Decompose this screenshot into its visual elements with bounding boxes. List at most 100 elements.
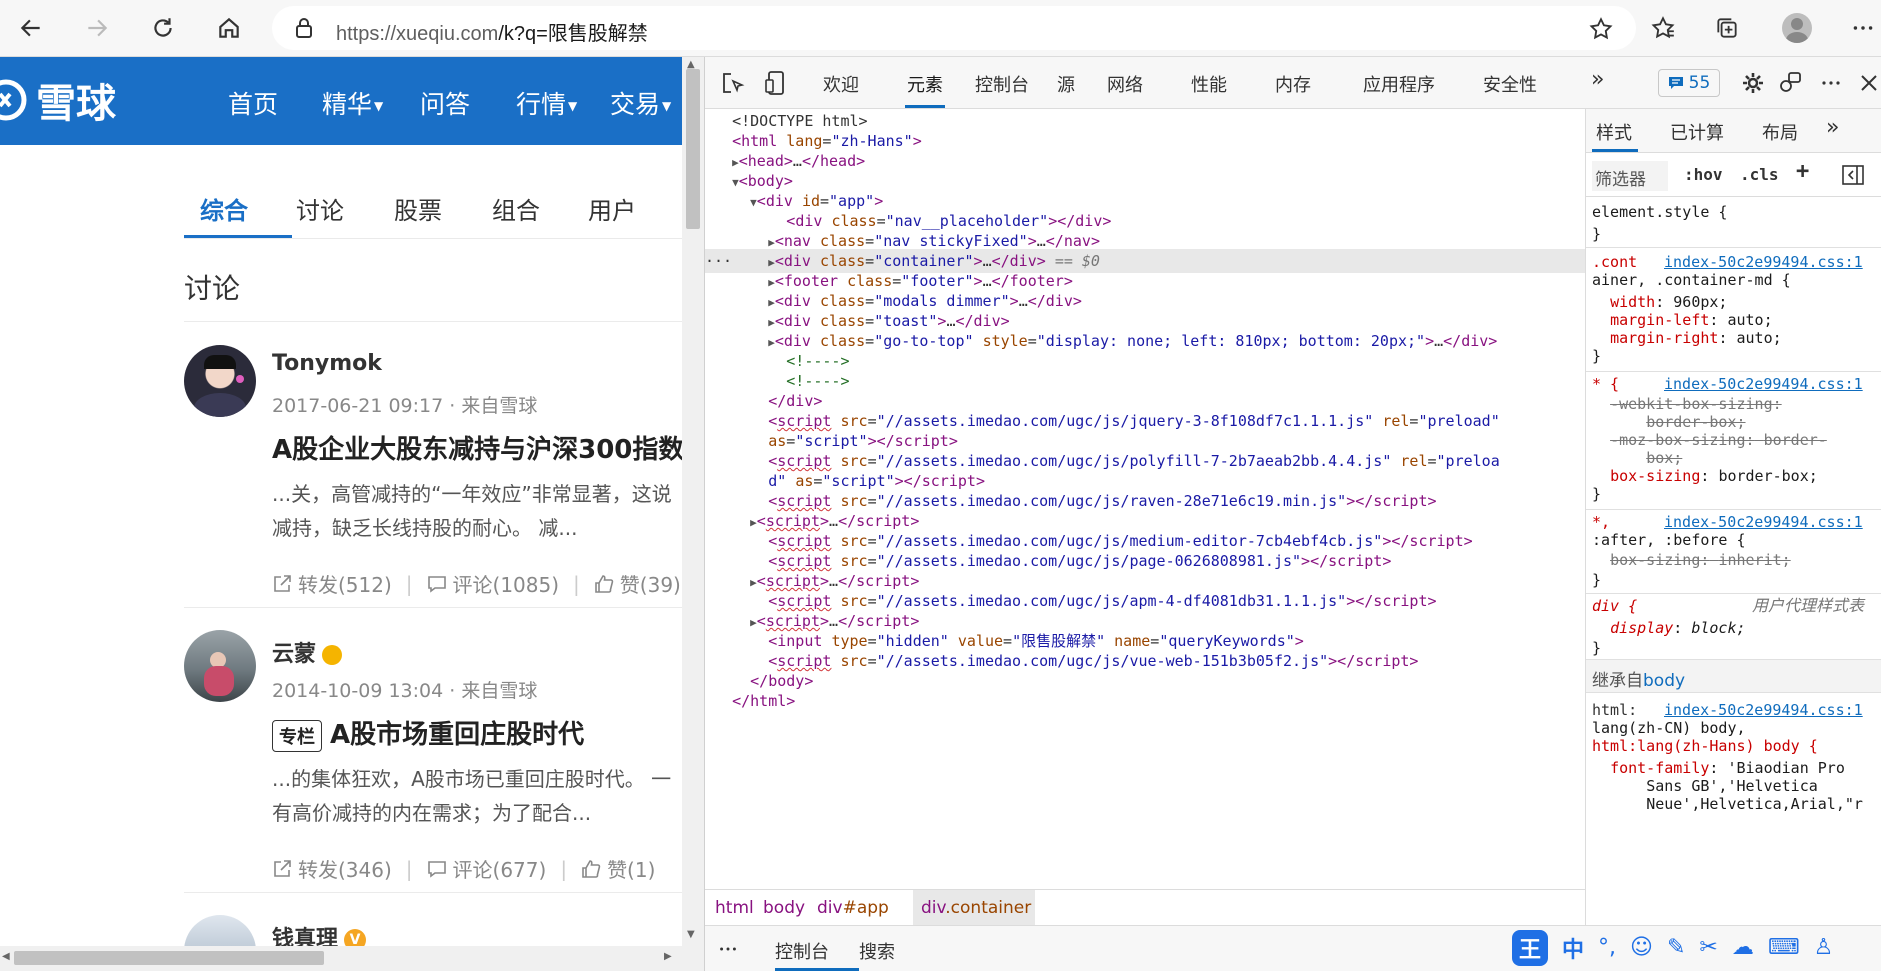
style-rule-selector[interactable]: * {index-50c2e99494.css:1 [1592,373,1881,395]
collections-button[interactable] [1706,8,1748,48]
issues-counter-button[interactable]: 55 [1658,69,1720,97]
punctuation-icon[interactable]: °, [1598,935,1616,960]
cloud-icon[interactable]: ☁ [1732,935,1754,960]
expand-triangle-icon[interactable]: ▶ [750,616,757,629]
nav-qa[interactable]: 问答 [420,85,470,121]
tab-layout[interactable]: 布局 [1762,119,1798,145]
comment-button[interactable]: 评论(677) [427,854,546,883]
expand-triangle-icon[interactable]: ▶ [768,316,775,329]
style-declaration[interactable]: box-sizing: inherit; [1592,549,1881,571]
expand-triangle-icon[interactable]: ▶ [768,236,775,249]
nav-market[interactable]: 行情 ▼ [516,85,577,121]
collapse-triangle-icon[interactable]: ▼ [732,176,739,189]
tab-performance[interactable]: 性能 [1191,71,1227,97]
user-feedback-icon[interactable] [1777,70,1803,96]
favorites-button[interactable] [1642,8,1684,48]
gear-icon[interactable] [1741,71,1765,95]
scissors-icon[interactable]: ✂ [1699,935,1717,960]
profile-button[interactable] [1776,8,1818,48]
home-button[interactable] [208,8,250,48]
lock-icon[interactable] [294,17,314,39]
like-button[interactable]: 赞(39) [594,569,681,598]
stylesheet-link[interactable]: index-50c2e99494.css:1 [1664,373,1863,395]
add-rule-icon[interactable]: + [1796,159,1809,184]
style-rule-selector[interactable]: element.style { [1592,201,1881,223]
tab-all[interactable]: 综合 [200,191,248,226]
nav-home[interactable]: 首页 [228,85,278,121]
avatar[interactable] [184,630,256,702]
inherited-from-link[interactable]: body [1643,671,1685,691]
scrollbar-thumb[interactable] [14,951,324,965]
ime-logo[interactable]: 王 [1512,929,1548,966]
more-horizontal-icon[interactable] [1819,71,1843,95]
style-rule-selector[interactable]: div {用户代理样式表 [1592,595,1881,617]
dom-line[interactable]: </html> [705,689,1585,713]
tab-memory[interactable]: 内存 [1275,71,1311,97]
repost-button[interactable]: 转发(346) [272,854,392,883]
forward-button[interactable] [76,8,118,48]
tab-sources[interactable]: 源 [1057,71,1075,97]
comment-button[interactable]: 评论(1085) [427,569,559,598]
more-tabs-icon[interactable]: » [1591,67,1604,92]
breadcrumb-div-container[interactable]: div.container [921,898,1031,918]
scroll-down-icon[interactable]: ▼ [687,929,695,940]
post-author[interactable]: Tonymok [272,351,382,376]
repost-button[interactable]: 转发(512) [272,569,392,598]
keyboard-icon[interactable]: ⌨ [1768,935,1800,960]
expand-triangle-icon[interactable]: ▶ [768,256,775,269]
post-author[interactable]: 云蒙 [272,636,343,668]
user-icon[interactable]: ♙ [1814,935,1834,960]
breadcrumb-div-app[interactable]: div#app [817,898,889,918]
tab-elements[interactable]: 元素 [907,71,943,97]
tab-application[interactable]: 应用程序 [1363,71,1435,97]
page-vertical-scrollbar[interactable]: ▲ ▼ [682,57,704,946]
post-title[interactable]: A股企业大股东减持与沪深300指数 [272,429,682,466]
drawer-tab-console[interactable]: 控制台 [775,938,829,964]
pen-icon[interactable]: ✎ [1667,935,1685,960]
tab-styles[interactable]: 样式 [1596,119,1632,145]
ime-language-toggle[interactable]: 中 [1562,932,1584,964]
drawer-tab-search[interactable]: 搜索 [859,938,895,964]
expand-triangle-icon[interactable]: ▶ [768,276,775,289]
emoji-icon[interactable]: ☺ [1630,935,1653,960]
tab-stocks[interactable]: 股票 [394,191,442,226]
more-horizontal-icon[interactable]: ··· [705,252,741,270]
settings-menu-button[interactable] [1842,8,1881,48]
tab-portfolios[interactable]: 组合 [492,191,540,226]
site-logo[interactable]: 雪球 [0,75,116,127]
dom-tree[interactable]: <!DOCTYPE html> <html lang="zh-Hans"> ▶<… [705,109,1585,889]
tab-computed[interactable]: 已计算 [1670,119,1724,145]
tab-console[interactable]: 控制台 [975,71,1029,97]
tab-network[interactable]: 网络 [1107,71,1143,97]
class-toggle[interactable]: .cls [1740,165,1779,184]
toggle-sidebar-icon[interactable] [1842,165,1864,185]
add-favorite-icon[interactable] [1588,16,1614,42]
address-bar[interactable]: https://xueqiu.com/k?q=限售股解禁 [272,6,1636,50]
hover-state-toggle[interactable]: :hov [1684,165,1723,184]
scroll-left-icon[interactable]: ◀ [2,951,10,962]
back-button[interactable] [10,8,52,48]
tab-discussion[interactable]: 讨论 [296,191,344,226]
nav-featured[interactable]: 精华 ▼ [322,85,383,121]
device-emulation-icon[interactable] [765,70,789,96]
expand-triangle-icon[interactable]: ▶ [768,336,775,349]
styles-filter-input[interactable]: 筛选器 [1592,161,1668,191]
expand-triangle-icon[interactable]: ▶ [750,516,757,529]
tab-users[interactable]: 用户 [588,191,636,226]
scrollbar-thumb[interactable] [686,69,700,229]
like-button[interactable]: 赞(1) [581,854,655,883]
breadcrumb-body[interactable]: body [763,898,805,918]
close-icon[interactable] [1857,71,1881,95]
tab-welcome[interactable]: 欢迎 [823,71,859,97]
inspect-element-icon[interactable] [721,71,745,95]
expand-triangle-icon[interactable]: ▶ [750,576,757,589]
expand-triangle-icon[interactable]: ▶ [732,156,739,169]
tab-security[interactable]: 安全性 [1483,71,1537,97]
scroll-right-icon[interactable]: ▶ [664,951,672,962]
refresh-button[interactable] [142,8,184,48]
collapse-triangle-icon[interactable]: ▼ [750,196,757,209]
nav-trade[interactable]: 交易 ▼ [610,85,671,121]
more-horizontal-icon[interactable] [717,938,739,960]
url-text[interactable]: https://xueqiu.com/k?q=限售股解禁 [336,17,648,46]
expand-triangle-icon[interactable]: ▶ [768,296,775,309]
